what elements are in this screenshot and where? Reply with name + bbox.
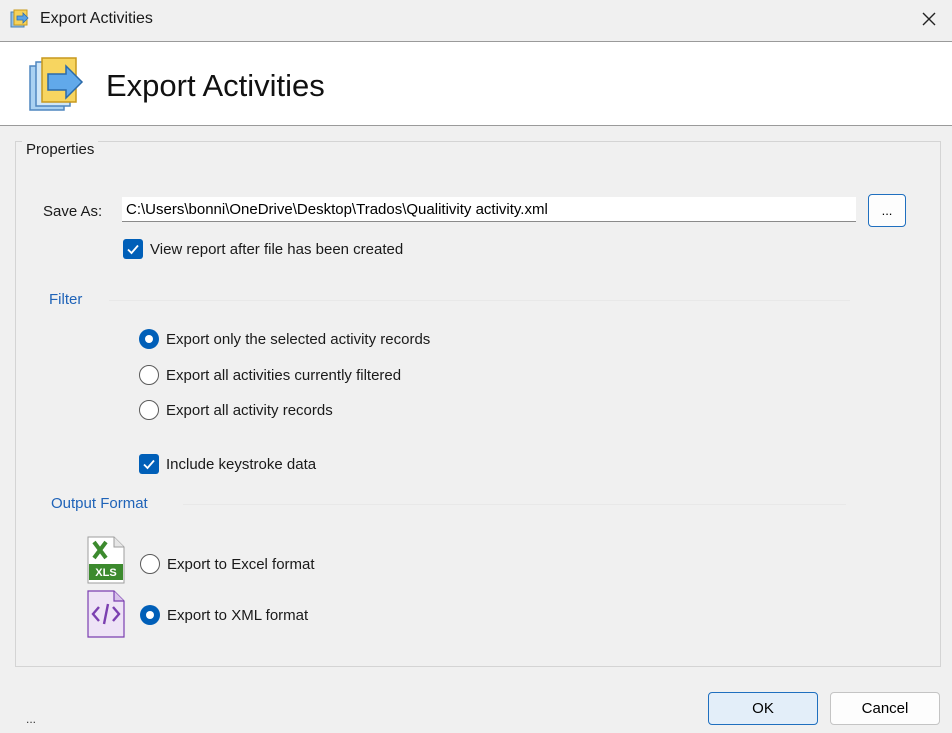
save-as-path-input[interactable] [122, 197, 856, 222]
output-option-label: Export to Excel format [167, 556, 315, 573]
view-report-label: View report after file has been created [150, 241, 404, 258]
output-format-section-title: Output Format [51, 495, 148, 512]
filter-radio-all-records[interactable] [139, 400, 159, 420]
include-keystroke-label: Include keystroke data [166, 456, 317, 473]
view-report-checkbox[interactable] [123, 239, 143, 259]
close-button[interactable] [912, 4, 946, 34]
header-banner: Export Activities [0, 41, 952, 126]
ok-button[interactable]: OK [708, 692, 818, 725]
filter-option-label: Export all activity records [166, 402, 333, 419]
filter-radio-currently-filtered[interactable] [139, 365, 159, 385]
filter-section-title: Filter [49, 291, 83, 308]
export-activities-app-icon [10, 9, 29, 28]
filter-option-label: Export only the selected activity record… [166, 331, 431, 348]
include-keystroke-checkbox[interactable] [139, 454, 159, 474]
output-option-label: Export to XML format [167, 607, 309, 624]
excel-file-icon: XLS [87, 536, 125, 584]
window-title: Export Activities [40, 10, 153, 27]
xml-file-icon [87, 590, 125, 638]
filter-divider [109, 300, 850, 301]
close-icon [922, 12, 936, 26]
page-title: Export Activities [106, 68, 325, 103]
cancel-button[interactable]: Cancel [830, 692, 940, 725]
filter-option-label: Export all activities currently filtered [166, 367, 402, 384]
filter-radio-selected-records[interactable] [139, 329, 159, 349]
title-bar: Export Activities [0, 0, 952, 40]
output-radio-excel[interactable] [140, 554, 160, 574]
checkmark-icon [143, 459, 155, 470]
browse-button[interactable]: ... [868, 194, 906, 227]
output-radio-xml[interactable] [140, 605, 160, 625]
export-activities-icon [29, 57, 84, 111]
svg-text:XLS: XLS [95, 567, 116, 579]
properties-legend: Properties [22, 141, 99, 158]
checkmark-icon [127, 244, 139, 255]
save-as-label: Save As: [43, 203, 103, 220]
output-format-divider [183, 504, 846, 505]
status-text: ... [26, 712, 37, 726]
